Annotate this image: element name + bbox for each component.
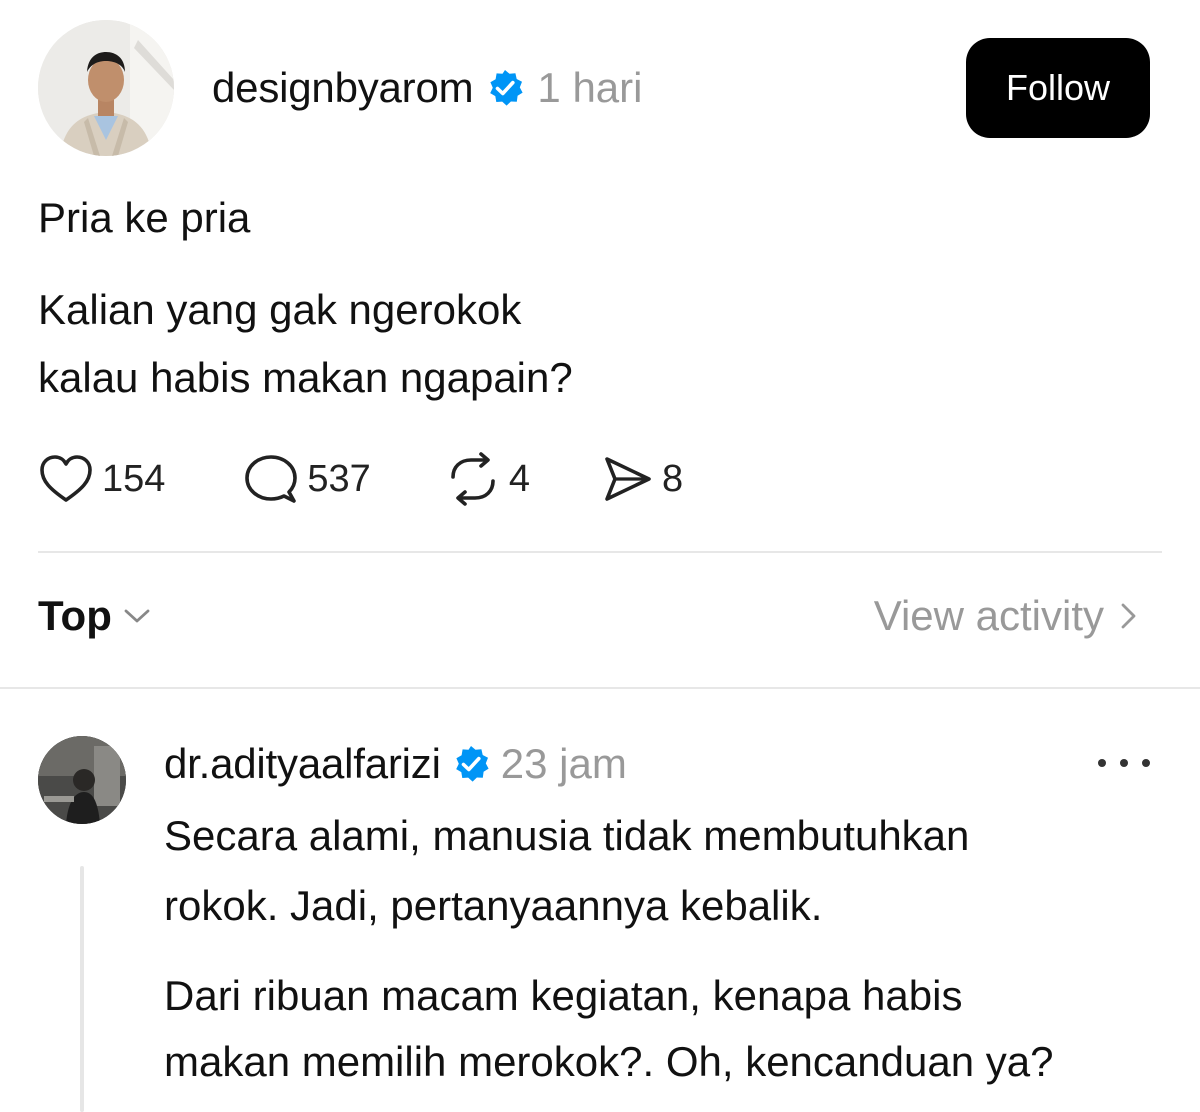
- post-text-line: Kalian yang gak ngerokok: [38, 286, 522, 333]
- sort-dropdown[interactable]: Top: [38, 592, 154, 640]
- post-actions: 154 537 4 8: [38, 450, 683, 508]
- repost-button[interactable]: 4: [445, 451, 530, 507]
- chevron-down-icon: [124, 609, 150, 623]
- comment-count: 537: [307, 457, 371, 500]
- reply-avatar-photo: [38, 736, 126, 824]
- reply-timestamp: 23 jam: [500, 740, 627, 787]
- chevron-right-icon: [1121, 603, 1136, 629]
- reply-author-username[interactable]: dr.adityaalfarizi: [164, 740, 441, 788]
- reply-header: dr.adityaalfarizi 23 jam: [164, 734, 627, 794]
- reply-text-line: Secara alami, manusia tidak membutuhkan: [164, 812, 970, 859]
- more-options-icon[interactable]: [1098, 748, 1150, 778]
- heart-icon: [40, 455, 92, 502]
- share-count: 8: [661, 457, 684, 500]
- post-text-line: Pria ke pria: [38, 194, 251, 241]
- post-timestamp: 1 hari: [537, 64, 643, 111]
- post-text-line: kalau habis makan ngapain?: [38, 354, 573, 401]
- reply-text-line: makan memilih merokok?. Oh, kencanduan y…: [164, 1038, 1054, 1085]
- view-activity-label: View activity: [873, 592, 1104, 639]
- comment-button[interactable]: 537: [243, 452, 371, 506]
- author-avatar[interactable]: [38, 20, 174, 156]
- reply-text-line: Dari ribuan macam kegiatan, kenapa habis: [164, 972, 963, 1019]
- post-header: designbyarom 1 hari: [212, 58, 642, 118]
- reply-text-line: rokok. Jadi, pertanyaannya kebalik.: [164, 882, 823, 929]
- like-button[interactable]: 154: [38, 453, 165, 505]
- reply-author-avatar[interactable]: [38, 736, 126, 824]
- sort-label: Top: [38, 592, 112, 639]
- divider: [38, 551, 1162, 553]
- avatar-photo: [38, 20, 174, 156]
- repost-icon: [451, 452, 495, 506]
- follow-button[interactable]: Follow: [966, 38, 1150, 138]
- like-count: 154: [102, 457, 166, 500]
- verified-badge-icon: [485, 68, 525, 108]
- thread-line: [80, 866, 84, 1112]
- comment-bubble-icon: [245, 455, 298, 503]
- repost-count: 4: [508, 457, 530, 500]
- view-activity-link[interactable]: View activity: [874, 592, 1144, 640]
- share-button[interactable]: 8: [602, 453, 683, 505]
- section-divider: [0, 687, 1200, 689]
- post-author-username[interactable]: designbyarom: [212, 64, 474, 112]
- verified-badge-icon: [451, 744, 491, 784]
- send-icon: [605, 457, 651, 501]
